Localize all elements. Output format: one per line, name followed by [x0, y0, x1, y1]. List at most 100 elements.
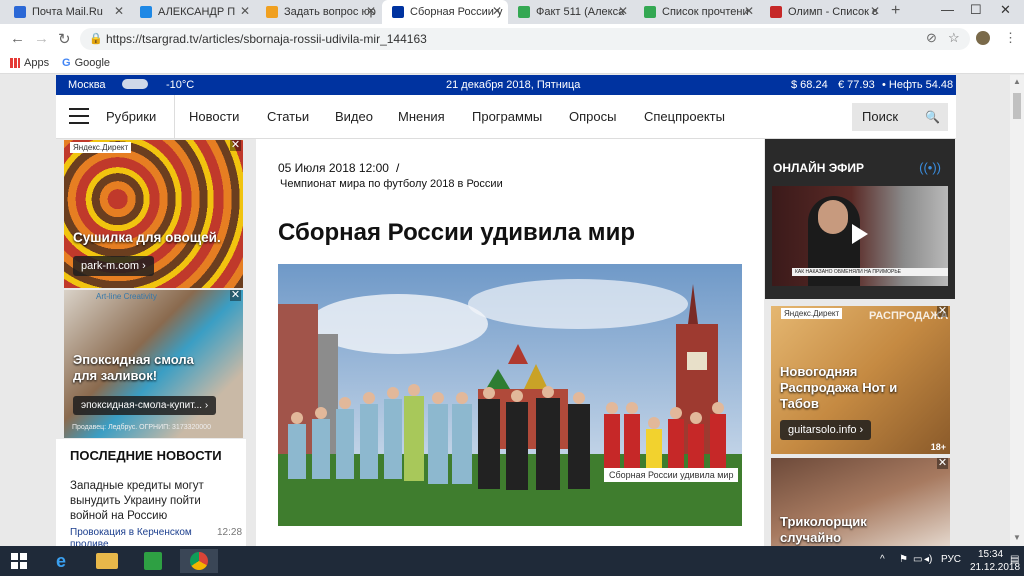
scroll-down-icon[interactable]: ▼ [1013, 533, 1021, 542]
ad-headline: Эпоксидная смола для заливок! [73, 352, 194, 383]
nav-programs[interactable]: Программы [472, 109, 542, 124]
ad-dryer[interactable]: Яндекс.Директ ✕ Сушилка для овощей. park… [64, 140, 243, 288]
cloud-icon [122, 79, 148, 89]
nav-articles[interactable]: Статьи [267, 109, 309, 124]
bookmark-label: Google [74, 57, 111, 69]
live-broadcast[interactable]: ОНЛАЙН ЭФИР ((•)) КАК НАКАЗАНО ОБМЕНЯЛИ … [765, 139, 955, 299]
info-bar: Москва -10°C 21 декабря 2018, Пятница $ … [56, 75, 956, 95]
url-text: https://tsargrad.tv/articles/sbornaja-ro… [106, 32, 427, 46]
nav-opinions[interactable]: Мнения [398, 109, 445, 124]
ad-tricolor[interactable]: ✕ Триколорщик случайно [771, 458, 950, 546]
hamburger-icon[interactable] [69, 108, 89, 124]
tab-mail[interactable]: Почта Mail.Ru ✕ [4, 0, 130, 24]
store-icon[interactable] [134, 549, 172, 573]
nav-polls[interactable]: Опросы [569, 109, 616, 124]
bookmark-google[interactable]: G Google [62, 57, 110, 69]
team-photo-image [278, 264, 742, 526]
tab-tsargrad[interactable]: Сборная России у ✕ [382, 0, 508, 24]
close-tab-icon[interactable]: ✕ [618, 4, 628, 18]
google-icon: G [62, 57, 71, 69]
tab-olimp[interactable]: Олимп - Список с ✕ [760, 0, 886, 24]
ad-tag: Яндекс.Директ [70, 142, 132, 153]
close-tab-icon[interactable]: ✕ [492, 4, 502, 18]
star-icon[interactable]: ☆ [948, 30, 960, 46]
ad-guitar[interactable]: Яндекс.Директ РАСПРОДАЖА ✕ Новогодняя Ра… [771, 306, 950, 454]
close-tab-icon[interactable]: ✕ [744, 4, 754, 18]
close-ad-icon[interactable]: ✕ [230, 140, 241, 151]
ad-link[interactable]: guitarsolo.info › [780, 420, 872, 440]
tab-strip: Почта Mail.Ru ✕ АЛЕКСАНДР П ✕ Задать воп… [0, 0, 1024, 24]
close-tab-icon[interactable]: ✕ [870, 4, 880, 18]
avatar[interactable] [976, 31, 990, 45]
live-video[interactable]: КАК НАКАЗАНО ОБМЕНЯЛИ НА ПРИМОРЬЕ [772, 186, 948, 286]
new-tab-icon[interactable]: + [891, 2, 900, 20]
close-tab-icon[interactable]: ✕ [114, 4, 124, 18]
close-ad-icon[interactable]: ✕ [230, 290, 241, 301]
tab-title: Олимп - Список с [788, 6, 878, 18]
chrome-icon[interactable] [180, 549, 218, 573]
tab-list[interactable]: Список прочтени ✕ [634, 0, 760, 24]
taskbar: e ^ ⚑ ▭ ◂) РУС 15:34 21.12.2018 ▤ [0, 546, 1024, 576]
nav-video[interactable]: Видео [335, 109, 373, 124]
news-time: 12:28 [217, 527, 243, 538]
article-rubric[interactable]: Чемпионат мира по футболу 2018 в России [280, 178, 503, 190]
news-ticker: КАК НАКАЗАНО ОБМЕНЯЛИ НА ПРИМОРЬЕ [792, 268, 948, 276]
nav-divider [174, 95, 175, 139]
close-window-icon[interactable]: ✕ [1000, 2, 1011, 18]
address-bar[interactable]: 🔒 https://tsargrad.tv/articles/sbornaja-… [80, 28, 970, 50]
news-item[interactable]: Западные кредиты могут вынудить Украину … [70, 479, 240, 524]
latest-news-title: ПОСЛЕДНИЕ НОВОСТИ [70, 448, 222, 463]
scroll-thumb[interactable] [1013, 93, 1021, 119]
tab-title: АЛЕКСАНДР П [158, 6, 236, 18]
internet-explorer-icon[interactable]: e [42, 549, 80, 573]
news-item[interactable]: Провокация в Керченском проливе [70, 527, 210, 546]
nav-special[interactable]: Спецпроекты [644, 109, 725, 124]
search-icon[interactable]: 🔍 [925, 103, 940, 131]
play-icon[interactable] [852, 224, 868, 244]
tray-up-icon[interactable]: ^ [880, 554, 885, 565]
ad-link[interactable]: эпоксидная-смола-купит... › [73, 396, 217, 415]
tab-title: Задать вопрос юр [284, 6, 376, 18]
close-ad-icon[interactable]: ✕ [937, 306, 948, 317]
page-scrollbar[interactable]: ▲ ▼ [1010, 75, 1024, 546]
scroll-up-icon[interactable]: ▲ [1013, 77, 1021, 86]
oil-price: • Нефть 54.48 [882, 79, 954, 91]
search-box[interactable]: Поиск 🔍 [852, 103, 948, 131]
page-viewport: Москва -10°C 21 декабря 2018, Пятница $ … [0, 75, 1010, 546]
nav-news[interactable]: Новости [189, 109, 239, 124]
ad-headline: Триколорщик случайно [780, 514, 867, 545]
reload-icon[interactable]: ↻ [58, 30, 71, 48]
file-explorer-icon[interactable] [88, 549, 126, 573]
back-icon[interactable]: ← [10, 30, 25, 47]
close-tab-icon[interactable]: ✕ [366, 4, 376, 18]
close-tab-icon[interactable]: ✕ [240, 4, 250, 18]
nav-rubrics[interactable]: Рубрики [106, 109, 156, 124]
forward-icon[interactable]: → [34, 30, 49, 47]
flag-icon[interactable]: ⚑ [899, 554, 908, 565]
maximize-icon[interactable]: ☐ [970, 2, 982, 18]
tab-title: Сборная России у [410, 6, 503, 18]
volume-icon[interactable]: ◂) [924, 554, 932, 565]
clock-time[interactable]: 15:34 [978, 549, 1003, 560]
minimize-icon[interactable]: — [941, 2, 954, 17]
tab-fact[interactable]: Факт 511 (Алекса ✕ [508, 0, 634, 24]
extension-icon[interactable]: ⊘ [926, 30, 937, 46]
tab-video[interactable]: АЛЕКСАНДР П ✕ [130, 0, 256, 24]
sheet-favicon-icon [644, 6, 656, 18]
notifications-icon[interactable]: ▤ [1010, 554, 1019, 565]
language-indicator[interactable]: РУС [941, 554, 961, 565]
tab-title: Факт 511 (Алекса [536, 6, 625, 18]
ad-epoxy[interactable]: Art-line Creativity ✕ Эпоксидная смола д… [64, 290, 243, 438]
bookmark-label: Apps [24, 57, 50, 69]
menu-dots-icon[interactable]: ⋮ [1004, 30, 1017, 46]
article-photo[interactable]: Сборная России удивила мир [278, 264, 742, 526]
ad-footer: Продавец: Ледбрус. ОГРНИП: 3173320000 [72, 424, 211, 431]
close-ad-icon[interactable]: ✕ [937, 458, 948, 469]
presenter-face [818, 200, 848, 234]
bookmarks-bar: Apps G Google [0, 54, 1024, 74]
network-icon[interactable]: ▭ [913, 554, 922, 565]
tab-question[interactable]: Задать вопрос юр ✕ [256, 0, 382, 24]
ad-link[interactable]: park-m.com › [73, 256, 154, 276]
bookmark-apps[interactable]: Apps [10, 57, 49, 69]
windows-start-icon[interactable] [0, 549, 38, 573]
